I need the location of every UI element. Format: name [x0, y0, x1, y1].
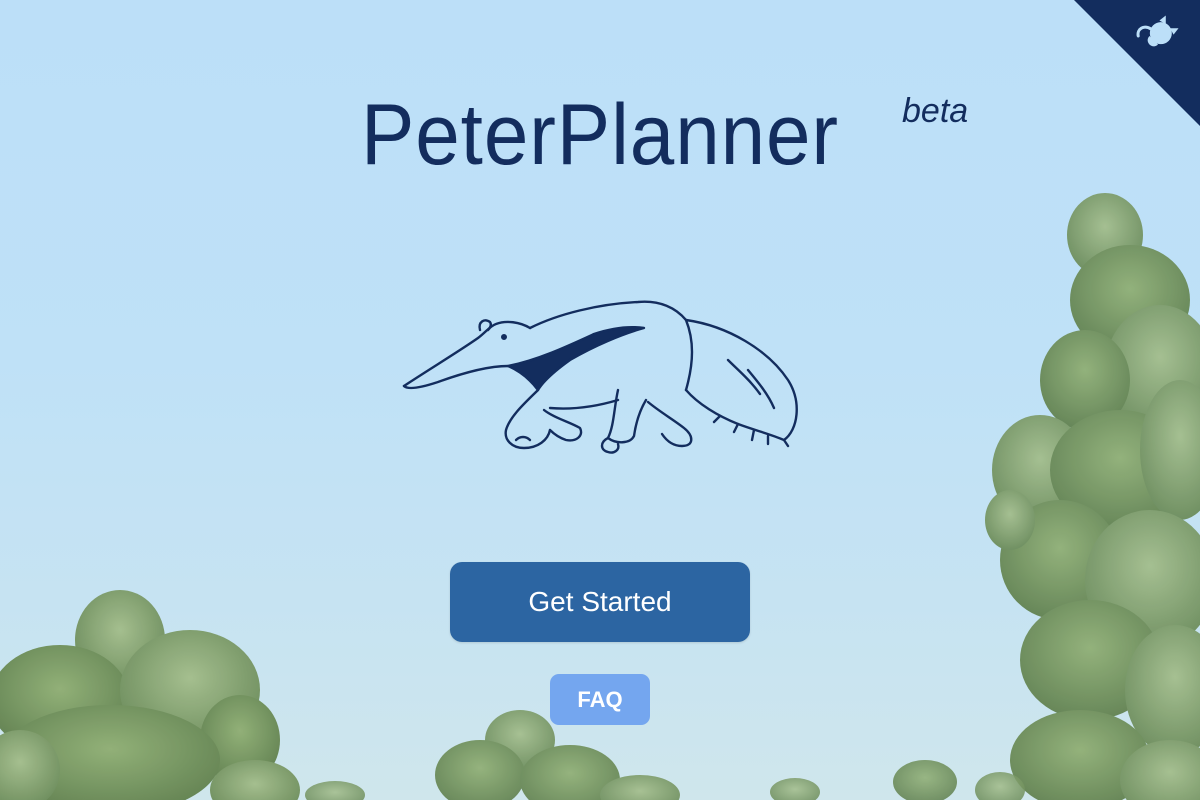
landing-page: PeterPlanner beta Get Started FAQ [0, 0, 1200, 800]
anteater-icon [402, 300, 798, 454]
faq-button[interactable]: FAQ [550, 674, 650, 725]
beta-badge: beta [902, 92, 969, 130]
title-container: PeterPlanner [0, 92, 1200, 178]
app-title: PeterPlanner [360, 87, 839, 183]
get-started-button[interactable]: Get Started [450, 562, 750, 642]
github-corner-link[interactable] [1074, 0, 1200, 126]
